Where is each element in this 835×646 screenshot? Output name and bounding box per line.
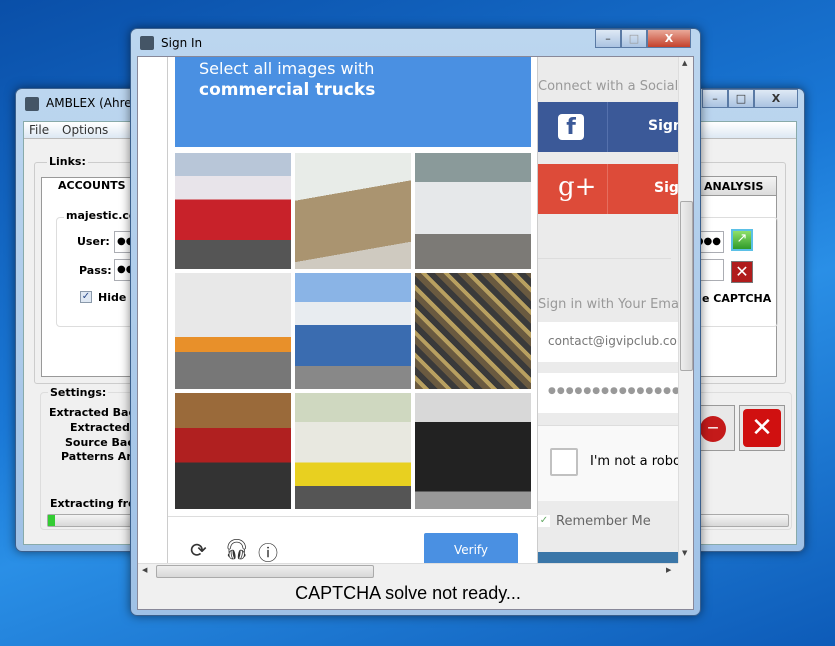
captcha-tile-bicycles[interactable] [415, 273, 531, 389]
tab-accounts[interactable]: ACCOUNTS [58, 179, 126, 192]
recaptcha-label: I'm not a robot [590, 454, 678, 469]
tab-analysis[interactable]: ANALYSIS [699, 176, 777, 196]
maximize-button[interactable]: □ [728, 89, 754, 108]
captcha-tile-boat[interactable] [295, 153, 411, 269]
user-label: User: [77, 235, 110, 248]
delete-icon[interactable]: ✕ [731, 261, 753, 283]
facebook-button[interactable]: f Sign [538, 102, 678, 152]
recaptcha-box: I'm not a robot [538, 425, 678, 501]
minimize-button[interactable]: – [595, 29, 621, 48]
email-field[interactable]: contact@igvipclub.cor [538, 322, 678, 362]
menu-options[interactable]: Options [62, 123, 108, 137]
google-plus-button[interactable]: g+ Sig [538, 164, 678, 214]
vertical-scrollbar[interactable]: ▲ ▼ [678, 57, 693, 563]
app-icon [140, 36, 154, 50]
horizontal-scroll-thumb[interactable] [156, 565, 374, 578]
exit-icon: ✕ [743, 409, 781, 447]
close-button[interactable]: X [647, 29, 691, 48]
password-field[interactable]: ●●●●●●●●●●●●●●●● [538, 373, 678, 413]
facebook-label: Sign [648, 118, 678, 134]
google-plus-label: Sig [654, 180, 678, 196]
status-text: CAPTCHA solve not ready... [295, 583, 521, 603]
captcha-tile-blue-trucks[interactable] [295, 273, 411, 389]
close-button[interactable]: X [754, 89, 798, 108]
social-heading: Connect with a Social N [538, 79, 678, 94]
submit-button[interactable] [538, 552, 678, 563]
signin-window: Sign In – □ X Connect with a Social N f … [130, 28, 701, 616]
remember-label: Remember Me [556, 514, 651, 529]
captcha-tile-black-car[interactable] [415, 393, 531, 509]
captcha-tile-white-car[interactable] [415, 153, 531, 269]
stop-icon: — [700, 416, 726, 442]
exit-button[interactable]: ✕ [739, 405, 785, 451]
captcha-panel: Select all images with commercial trucks… [168, 57, 538, 563]
audio-icon[interactable]: 🎧︎ [224, 537, 249, 561]
maximize-button[interactable]: □ [621, 29, 647, 48]
stop-button[interactable]: — [699, 405, 735, 451]
client-area: Connect with a Social N f Sign g+ Sig Si… [137, 56, 694, 610]
captcha-tile-motorcycle[interactable] [175, 393, 291, 509]
info-icon[interactable]: ⓘ [258, 537, 278, 563]
reload-icon[interactable]: ⟳ [190, 538, 207, 562]
remember-checkbox[interactable]: ✓ [538, 515, 550, 527]
captcha-checkbox-label: e CAPTCHA [702, 292, 772, 305]
email-heading: Sign in with Your Email [538, 297, 678, 312]
captcha-instruction: Select all images with [199, 59, 375, 78]
vertical-scroll-thumb[interactable] [680, 201, 693, 371]
recaptcha-checkbox[interactable] [550, 448, 578, 476]
tab-analysis-label: ANALYSIS [704, 180, 764, 193]
captcha-tile-tanker-truck[interactable] [295, 393, 411, 509]
hide-checkbox[interactable]: ✓ [80, 291, 92, 303]
window-title: Sign In [161, 36, 203, 50]
facebook-icon: f [558, 114, 584, 140]
captcha-header: Select all images with commercial trucks [175, 57, 531, 147]
minimize-button[interactable]: – [702, 89, 728, 108]
verify-button[interactable]: Verify [424, 533, 518, 563]
settings-label: Settings: [48, 386, 109, 399]
app-icon [25, 97, 39, 111]
pass-label: Pass: [79, 264, 112, 277]
horizontal-scrollbar[interactable]: ◀ ▶ [138, 563, 678, 579]
webpage: Connect with a Social N f Sign g+ Sig Si… [138, 57, 678, 563]
captcha-tile-red-truck[interactable] [175, 153, 291, 269]
captcha-tile-kayak[interactable] [175, 273, 291, 389]
captcha-target: commercial trucks [199, 80, 376, 100]
edit-icon[interactable]: ↗ [731, 229, 753, 251]
google-plus-icon: g+ [558, 172, 597, 202]
menu-file[interactable]: File [29, 123, 49, 137]
window-title: AMBLEX (Ahrefs [46, 96, 143, 110]
links-label: Links: [47, 155, 88, 168]
